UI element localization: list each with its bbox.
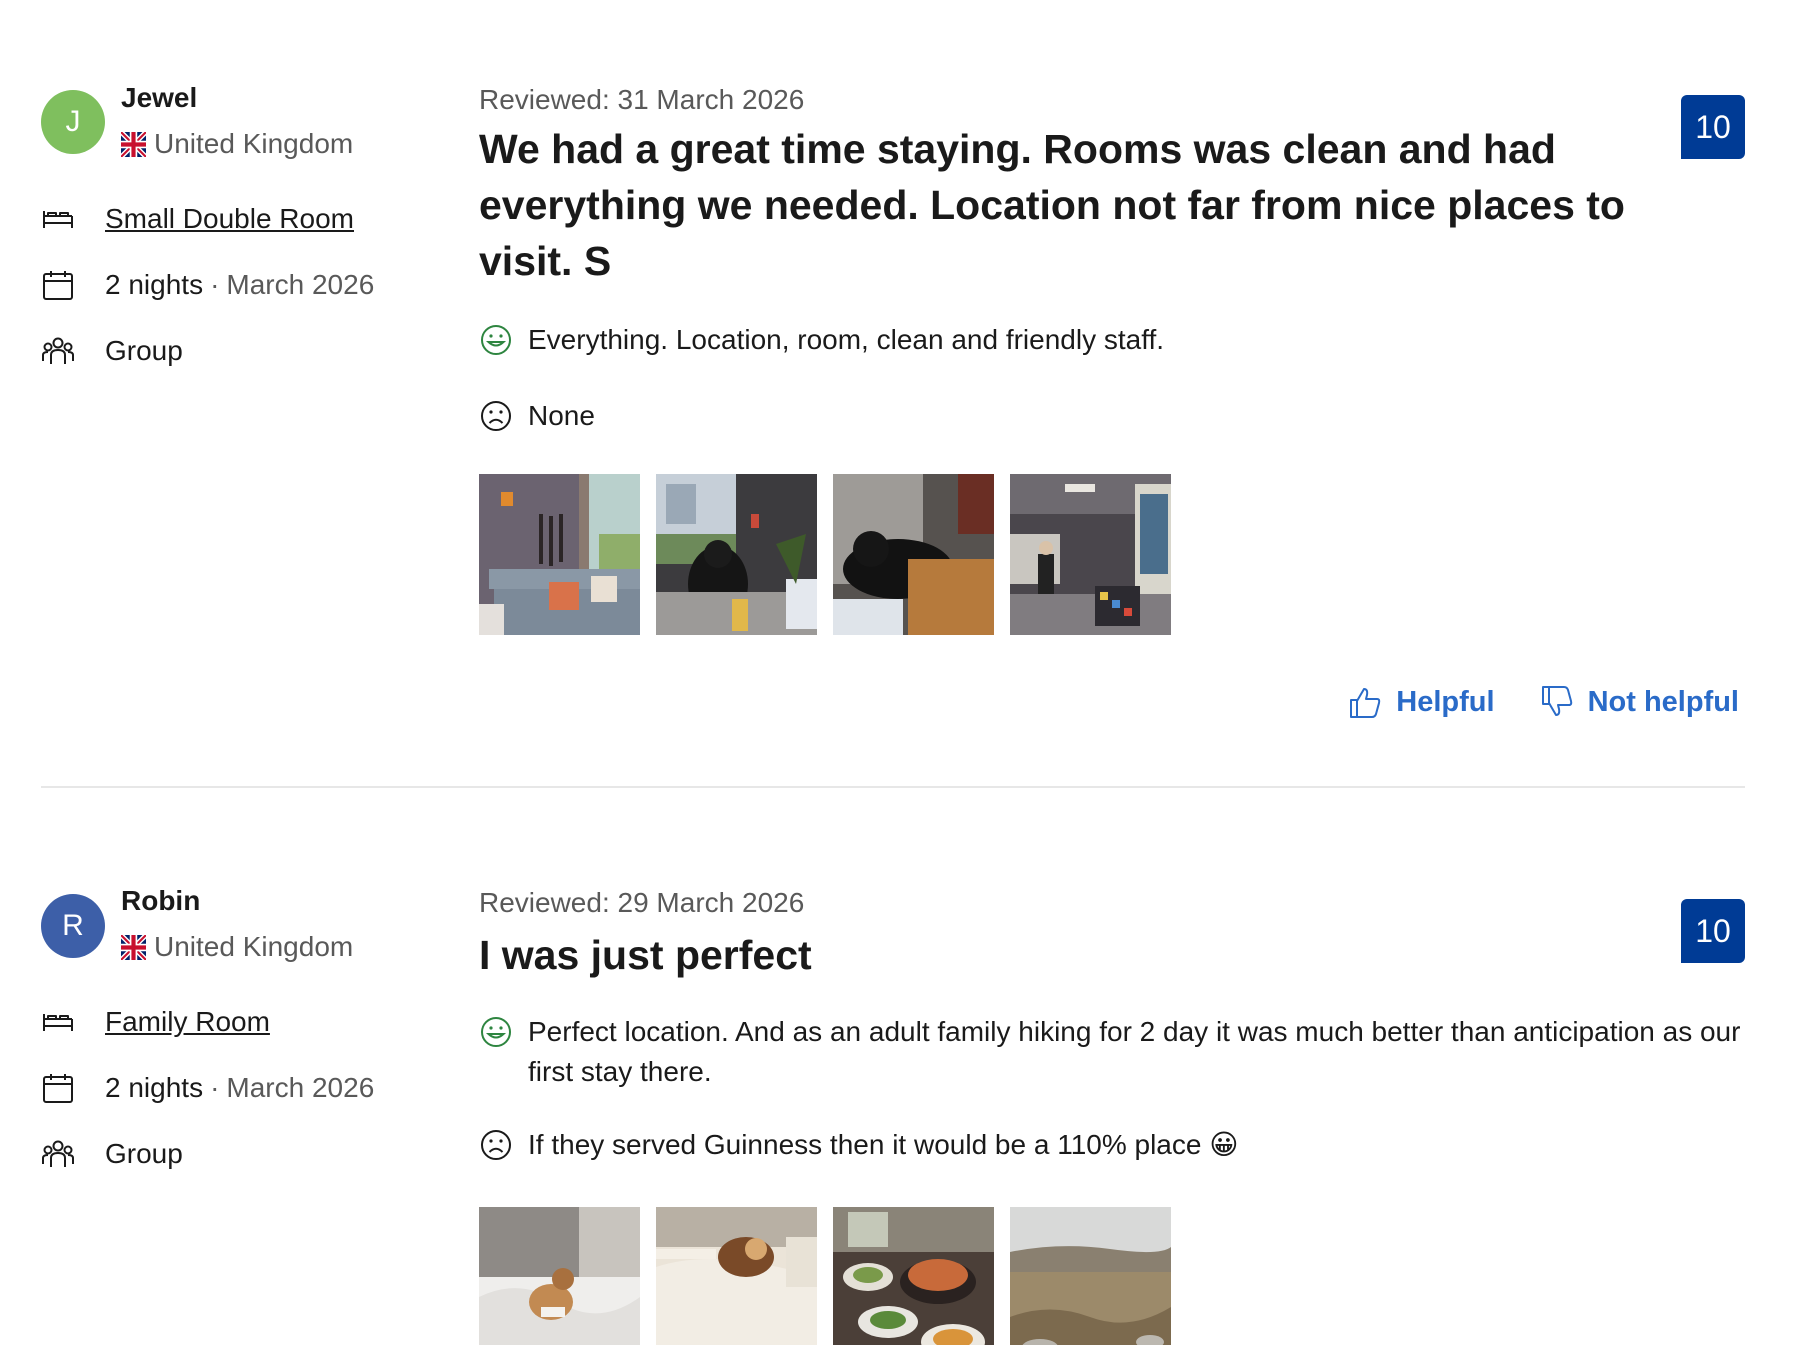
room-type-link[interactable]: Family Room [105,1006,270,1038]
bed-icon [41,1005,75,1039]
review-photo-dog-chair[interactable] [833,474,994,635]
traveler-type: Group [105,1138,183,1169]
stay-month: March 2026 [226,1072,375,1103]
room-type-row: Small Double Room [41,202,354,236]
review-photo-lounge[interactable] [1010,474,1171,635]
avatar: R [41,894,105,958]
liked-text: Perfect location. And as an adult family… [528,1016,1741,1087]
group-icon [41,1137,75,1171]
helpful-label: Helpful [1396,685,1495,718]
country-label: United Kingdom [154,931,354,962]
reviewer-name: Jewel [121,82,198,113]
avatar: J [41,90,105,154]
reviewed-date: Reviewed: 29 March 2026 [479,887,805,918]
stay-duration-row: 2 nights · March 2026 [41,1071,374,1105]
helpful-button[interactable]: Helpful [1347,684,1495,720]
review-photo-dog-pillow[interactable] [656,1207,817,1345]
room-type-link[interactable]: Small Double Room [105,203,354,235]
frown-icon [479,399,513,433]
traveler-type-row: Group [41,334,183,368]
review-photo-dog-pub[interactable] [656,474,817,635]
stay-month: March 2026 [226,269,375,300]
review-photo-food-table[interactable] [833,1207,994,1345]
review-photo-living-room[interactable] [479,474,640,635]
reviewer-country: United Kingdom [121,128,353,160]
review-score-badge: 10 [1681,95,1745,159]
smile-icon [479,1015,513,1049]
calendar-icon [41,1071,75,1105]
reviewer-country: United Kingdom [121,931,353,963]
review-photos [479,1207,1171,1345]
stay-duration-row: 2 nights · March 2026 [41,268,374,302]
liked-text: Everything. Location, room, clean and fr… [528,324,1165,355]
country-label: United Kingdom [154,128,354,159]
review-title: We had a great time staying. Rooms was c… [479,126,1625,284]
stay-separator: · [210,269,220,300]
uk-flag-icon [121,935,146,960]
review-divider [41,786,1745,788]
nights-count: 2 nights [105,1072,204,1103]
disliked-text: If they served Guinness then it would be… [528,1129,1239,1160]
disliked-text: None [528,400,595,431]
thumbs-up-icon [1350,688,1381,718]
reviewed-date: Reviewed: 31 March 2026 [479,84,805,115]
smile-icon [479,323,513,357]
review-title: I was just perfect [479,932,812,978]
review-photo-moorland[interactable] [1010,1207,1171,1345]
not-helpful-button[interactable]: Not helpful [1539,684,1739,720]
review-photo-dog-bed[interactable] [479,1207,640,1345]
traveler-type: Group [105,335,183,366]
group-icon [41,334,75,368]
uk-flag-icon [121,132,146,157]
review-photos [479,474,1171,635]
disliked-section: If they served Guinness then it would be… [479,1125,1768,1165]
reviewer-name: Robin [121,885,201,916]
disliked-section: None [479,396,1768,436]
not-helpful-label: Not helpful [1587,685,1739,718]
stay-separator: · [210,1072,220,1103]
room-type-row: Family Room [41,1005,270,1039]
reviews-page: J Jewel United Kingdom Small Double Room… [0,0,1793,1345]
nights-count: 2 nights [105,269,204,300]
bed-icon [41,202,75,236]
liked-section: Perfect location. And as an adult family… [479,1012,1768,1092]
review-score-badge: 10 [1681,899,1745,963]
thumbs-down-icon [1541,686,1572,716]
review-feedback: Helpful Not helpful [1303,684,1739,720]
frown-icon [479,1128,513,1162]
liked-section: Everything. Location, room, clean and fr… [479,320,1768,360]
traveler-type-row: Group [41,1137,183,1171]
calendar-icon [41,268,75,302]
